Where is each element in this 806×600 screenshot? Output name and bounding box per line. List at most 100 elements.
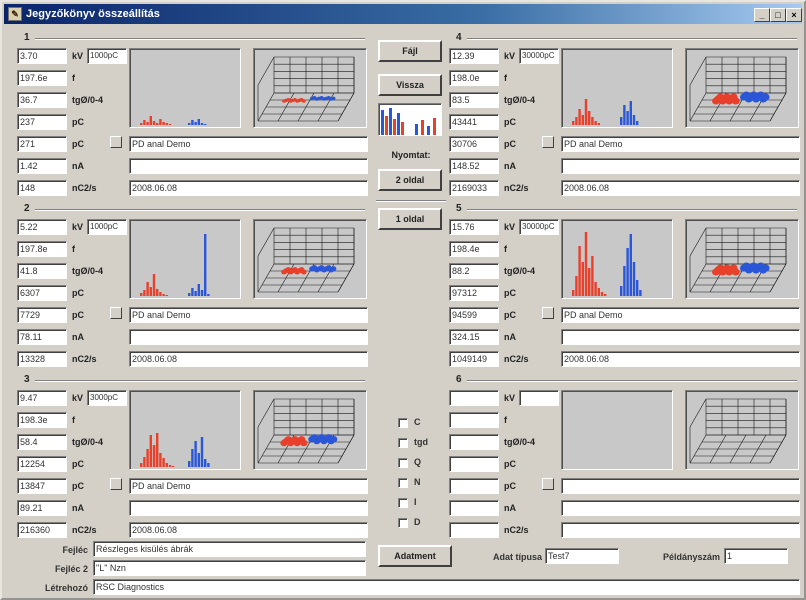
value-field[interactable]: [449, 522, 499, 538]
date-field[interactable]: 2008.06.08: [129, 522, 368, 538]
file-button[interactable]: Fájl: [378, 40, 442, 62]
header1-input[interactable]: Részleges kisülés ábrák: [93, 541, 366, 557]
copies-input[interactable]: 1: [724, 548, 788, 564]
title-bar[interactable]: ✎ Jegyzőkönyv összeállítás _ □ ×: [4, 4, 802, 24]
value-field[interactable]: [449, 478, 499, 494]
value-field[interactable]: 237: [17, 114, 67, 130]
scale-field[interactable]: 3000pC: [87, 390, 127, 406]
value-field[interactable]: 94599: [449, 307, 499, 323]
value-field[interactable]: 88.2: [449, 263, 499, 279]
comment-field[interactable]: [561, 329, 800, 345]
name-field[interactable]: PD anal Demo: [129, 136, 368, 152]
maximize-button[interactable]: □: [770, 8, 786, 22]
options-button[interactable]: [542, 136, 554, 148]
red-bar: [152, 274, 156, 296]
blue-bar: [197, 119, 200, 125]
value-field[interactable]: 1049149: [449, 351, 499, 367]
app-icon: ✎: [8, 7, 22, 21]
scale-field[interactable]: 1000pC: [87, 48, 127, 64]
value-field[interactable]: 89.21: [17, 500, 67, 516]
phase-3d-svg: [257, 56, 355, 122]
scale-field[interactable]: [519, 390, 559, 406]
value-field[interactable]: 12.39: [449, 48, 499, 64]
options-button[interactable]: [110, 307, 122, 319]
value-field[interactable]: [449, 456, 499, 472]
header2-input[interactable]: "L" Nzn: [93, 560, 366, 576]
back-button[interactable]: Vissza: [378, 74, 442, 96]
value-field[interactable]: 197.8e: [17, 241, 67, 257]
name-field[interactable]: PD anal Demo: [561, 136, 800, 152]
minimize-button[interactable]: _: [754, 8, 770, 22]
blue-bar: [204, 124, 207, 125]
value-field[interactable]: 148.52: [449, 158, 499, 174]
print-page2-button[interactable]: 2 oldal: [378, 169, 442, 191]
red-bar: [578, 246, 581, 296]
data-type-input[interactable]: Test7: [545, 548, 619, 564]
value-field[interactable]: 324.15: [449, 329, 499, 345]
value-field[interactable]: 216360: [17, 522, 67, 538]
value-field[interactable]: 2169033: [449, 180, 499, 196]
value-field[interactable]: [449, 434, 499, 450]
value-field[interactable]: 198.3e: [17, 412, 67, 428]
checkbox-tgd[interactable]: [398, 438, 408, 448]
date-field[interactable]: 2008.06.08: [561, 351, 800, 367]
value-field[interactable]: 197.6e: [17, 70, 67, 86]
red-bar: [588, 268, 591, 296]
value-field[interactable]: 3.70: [17, 48, 67, 64]
value-field[interactable]: 78.11: [17, 329, 67, 345]
creator-input[interactable]: RSC Diagnostics: [93, 579, 800, 595]
value-field[interactable]: 148: [17, 180, 67, 196]
name-field[interactable]: PD anal Demo: [129, 478, 368, 494]
options-button[interactable]: [110, 478, 122, 490]
comment-field[interactable]: [129, 329, 368, 345]
value-field[interactable]: 43441: [449, 114, 499, 130]
options-button[interactable]: [542, 307, 554, 319]
value-field[interactable]: 5.22: [17, 219, 67, 235]
unit-label: pC: [72, 117, 84, 127]
value-field[interactable]: 1.42: [17, 158, 67, 174]
scale-field[interactable]: 30000pC: [519, 48, 559, 64]
save-data-button[interactable]: Adatment: [378, 545, 452, 567]
checkbox-d[interactable]: [398, 518, 408, 528]
scale-field[interactable]: 1000pC: [87, 219, 127, 235]
value-field[interactable]: 198.4e: [449, 241, 499, 257]
date-field[interactable]: [561, 522, 800, 538]
date-field[interactable]: 2008.06.08: [129, 180, 368, 196]
options-button[interactable]: [542, 478, 554, 490]
value-field[interactable]: 41.8: [17, 263, 67, 279]
value-field[interactable]: [449, 390, 499, 406]
value-field[interactable]: 36.7: [17, 92, 67, 108]
date-field[interactable]: 2008.06.08: [561, 180, 800, 196]
comment-field[interactable]: [561, 158, 800, 174]
value-field[interactable]: 271: [17, 136, 67, 152]
value-field[interactable]: [449, 412, 499, 428]
checkbox-i[interactable]: [398, 498, 408, 508]
value-field[interactable]: 12254: [17, 456, 67, 472]
value-field[interactable]: 9.47: [17, 390, 67, 406]
value-field[interactable]: 97312: [449, 285, 499, 301]
value-field[interactable]: 13328: [17, 351, 67, 367]
date-field[interactable]: 2008.06.08: [129, 351, 368, 367]
checkbox-n[interactable]: [398, 478, 408, 488]
comment-field[interactable]: [129, 158, 368, 174]
value-field[interactable]: 198.0e: [449, 70, 499, 86]
value-field[interactable]: 30706: [449, 136, 499, 152]
value-field[interactable]: 6307: [17, 285, 67, 301]
checkbox-q[interactable]: [398, 458, 408, 468]
comment-field[interactable]: [561, 500, 800, 516]
value-field[interactable]: 7729: [17, 307, 67, 323]
name-field[interactable]: [561, 478, 800, 494]
name-field[interactable]: PD anal Demo: [129, 307, 368, 323]
comment-field[interactable]: [129, 500, 368, 516]
scale-field[interactable]: 30000pC: [519, 219, 559, 235]
print-page1-button[interactable]: 1 oldal: [378, 208, 442, 230]
value-field[interactable]: 13847: [17, 478, 67, 494]
checkbox-c[interactable]: [398, 418, 408, 428]
value-field[interactable]: [449, 500, 499, 516]
name-field[interactable]: PD anal Demo: [561, 307, 800, 323]
close-button[interactable]: ×: [786, 8, 802, 22]
options-button[interactable]: [110, 136, 122, 148]
value-field[interactable]: 58.4: [17, 434, 67, 450]
value-field[interactable]: 83.5: [449, 92, 499, 108]
value-field[interactable]: 15.76: [449, 219, 499, 235]
